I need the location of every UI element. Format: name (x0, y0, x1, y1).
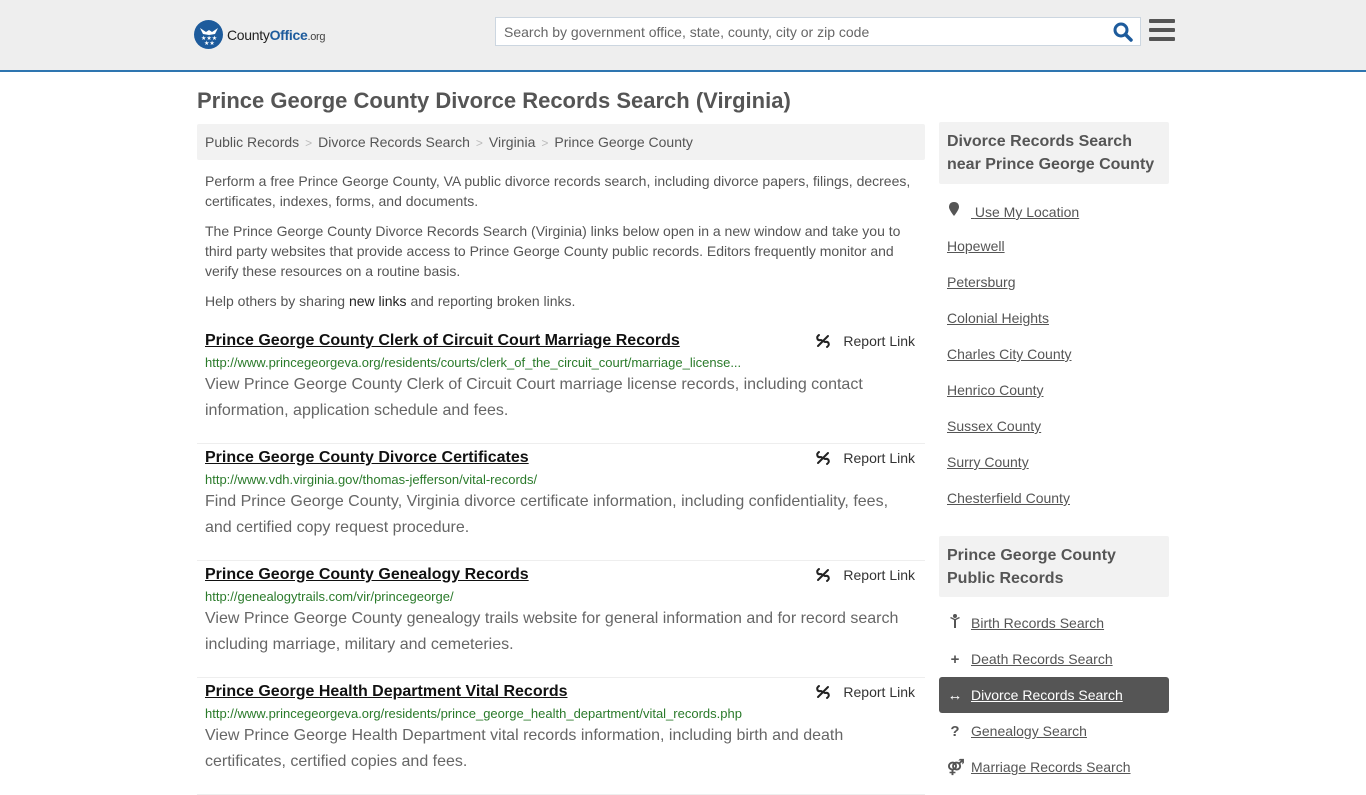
nearby-link-charles-city-county[interactable]: Charles City County (947, 345, 1169, 381)
sidebar-item-birth-records[interactable]: Birth Records Search (939, 605, 1169, 641)
use-my-location-link[interactable]: Use My Location (947, 201, 1169, 237)
result-description: View Prince George Health Department vit… (205, 727, 844, 770)
result-title-link[interactable]: Prince George County Divorce Certificate… (205, 448, 917, 468)
result-url[interactable]: http://www.princegeorgeva.org/residents/… (205, 706, 905, 722)
result-description: Find Prince George County, Virginia divo… (205, 493, 889, 536)
search-bar (495, 17, 1141, 46)
child-icon (947, 614, 963, 632)
result-title-link[interactable]: Prince George County Genealogy Records (205, 565, 917, 585)
broken-link-icon (816, 685, 831, 699)
broken-link-icon (816, 451, 831, 465)
genealogy-link[interactable]: Genealogy Search (971, 723, 1087, 739)
result-title-link[interactable]: Prince George Health Department Vital Re… (205, 682, 917, 702)
result-description: View Prince George County Clerk of Circu… (205, 376, 863, 419)
death-records-link[interactable]: Death Records Search (971, 651, 1113, 667)
sidebar-item-divorce-records[interactable]: ↔ Divorce Records Search (939, 677, 1169, 713)
sidebar-item-death-records[interactable]: + Death Records Search (939, 641, 1169, 677)
nearby-heading: Divorce Records Search near Prince Georg… (939, 122, 1169, 184)
nearby-link-sussex-county[interactable]: Sussex County (947, 417, 1169, 453)
map-pin-icon (949, 202, 959, 216)
breadcrumb-separator: > (305, 136, 313, 150)
report-link-button[interactable]: Report Link (815, 333, 915, 349)
svg-text:★★: ★★ (204, 40, 215, 45)
report-link-button[interactable]: Report Link (815, 684, 915, 700)
nearby-link-henrico-county[interactable]: Henrico County (947, 381, 1169, 417)
breadcrumb-virginia[interactable]: Virginia (489, 134, 535, 150)
site-header: ★★★ ★★ CountyOffice.org (0, 0, 1366, 72)
intro-text: Perform a free Prince George County, VA … (205, 171, 920, 321)
intro-p3-before: Help others by sharing (205, 293, 349, 309)
search-icon[interactable] (1112, 21, 1134, 43)
logo-tld: .org (307, 30, 326, 43)
report-link-button[interactable]: Report Link (815, 567, 915, 583)
hamburger-menu-icon[interactable] (1149, 19, 1175, 42)
use-my-location-label: Use My Location (974, 204, 1080, 220)
nearby-link-colonial-heights[interactable]: Colonial Heights (947, 309, 1169, 345)
report-link-label: Report Link (843, 567, 915, 583)
breadcrumb-prince-george[interactable]: Prince George County (554, 134, 693, 150)
marriage-icon: ⚤ (947, 759, 965, 776)
intro-paragraph-2: The Prince George County Divorce Records… (205, 223, 901, 279)
nearby-link-chesterfield-county[interactable]: Chesterfield County (947, 489, 1169, 525)
intro-p3-after: and reporting broken links. (406, 293, 576, 309)
breadcrumb-public-records[interactable]: Public Records (205, 134, 299, 150)
logo-name: County (227, 26, 270, 43)
breadcrumb-divorce-records[interactable]: Divorce Records Search (318, 134, 470, 150)
divorce-records-link[interactable]: Divorce Records Search (971, 687, 1123, 703)
logo-name-accent: Office (269, 26, 308, 43)
new-links-link[interactable]: new links (349, 293, 407, 309)
birth-records-link[interactable]: Birth Records Search (971, 615, 1104, 631)
broken-link-icon (816, 334, 831, 348)
result-item: Prince George Health Department Vital Re… (197, 678, 925, 795)
result-url[interactable]: http://www.princegeorgeva.org/residents/… (205, 355, 785, 371)
nearby-link-surry-county[interactable]: Surry County (947, 453, 1169, 489)
sidebar-item-marriage-records[interactable]: ⚤ Marriage Records Search (939, 749, 1169, 785)
sidebar-item-genealogy[interactable]: ? Genealogy Search (939, 713, 1169, 749)
intro-paragraph-3: Help others by sharing new links and rep… (205, 291, 920, 311)
results-list: Prince George County Clerk of Circuit Co… (197, 327, 925, 795)
result-description: View Prince George County genealogy trai… (205, 610, 899, 653)
intro-paragraph-1: Perform a free Prince George County, VA … (205, 173, 911, 209)
plus-icon: + (950, 650, 960, 668)
nearby-list: Use My Location Hopewell Petersburg Colo… (947, 201, 1169, 525)
result-title-link[interactable]: Prince George County Clerk of Circuit Co… (205, 331, 917, 351)
eagle-stars-badge-icon: ★★★ ★★ (194, 20, 223, 49)
breadcrumb-separator: > (541, 136, 549, 150)
site-logo[interactable]: ★★★ ★★ CountyOffice.org (194, 20, 326, 49)
question-icon: ? (950, 722, 960, 740)
nearby-link-hopewell[interactable]: Hopewell (947, 237, 1169, 273)
report-link-label: Report Link (843, 333, 915, 349)
logo-text: CountyOffice.org (227, 26, 326, 43)
nearby-link-petersburg[interactable]: Petersburg (947, 273, 1169, 309)
public-records-heading: Prince George County Public Records (939, 536, 1169, 597)
report-link-label: Report Link (843, 450, 915, 466)
marriage-records-link[interactable]: Marriage Records Search (971, 759, 1131, 775)
search-input[interactable] (496, 18, 1106, 45)
page-title: Prince George County Divorce Records Sea… (197, 88, 791, 113)
result-url[interactable]: http://www.vdh.virginia.gov/thomas-jeffe… (205, 472, 785, 488)
public-records-list: Birth Records Search + Death Records Sea… (939, 605, 1169, 785)
arrows-horizontal-icon: ↔ (947, 686, 963, 704)
result-item: Prince George County Genealogy Records h… (197, 561, 925, 678)
result-item: Prince George County Divorce Certificate… (197, 444, 925, 561)
breadcrumb: Public Records > Divorce Records Search > Vi… (197, 124, 925, 160)
result-url[interactable]: http://genealogytrails.com/vir/princegeo… (205, 589, 785, 605)
report-link-label: Report Link (843, 684, 915, 700)
broken-link-icon (816, 568, 831, 582)
result-item: Prince George County Clerk of Circuit Co… (197, 327, 925, 444)
breadcrumb-separator: > (475, 136, 483, 150)
report-link-button[interactable]: Report Link (815, 450, 915, 466)
